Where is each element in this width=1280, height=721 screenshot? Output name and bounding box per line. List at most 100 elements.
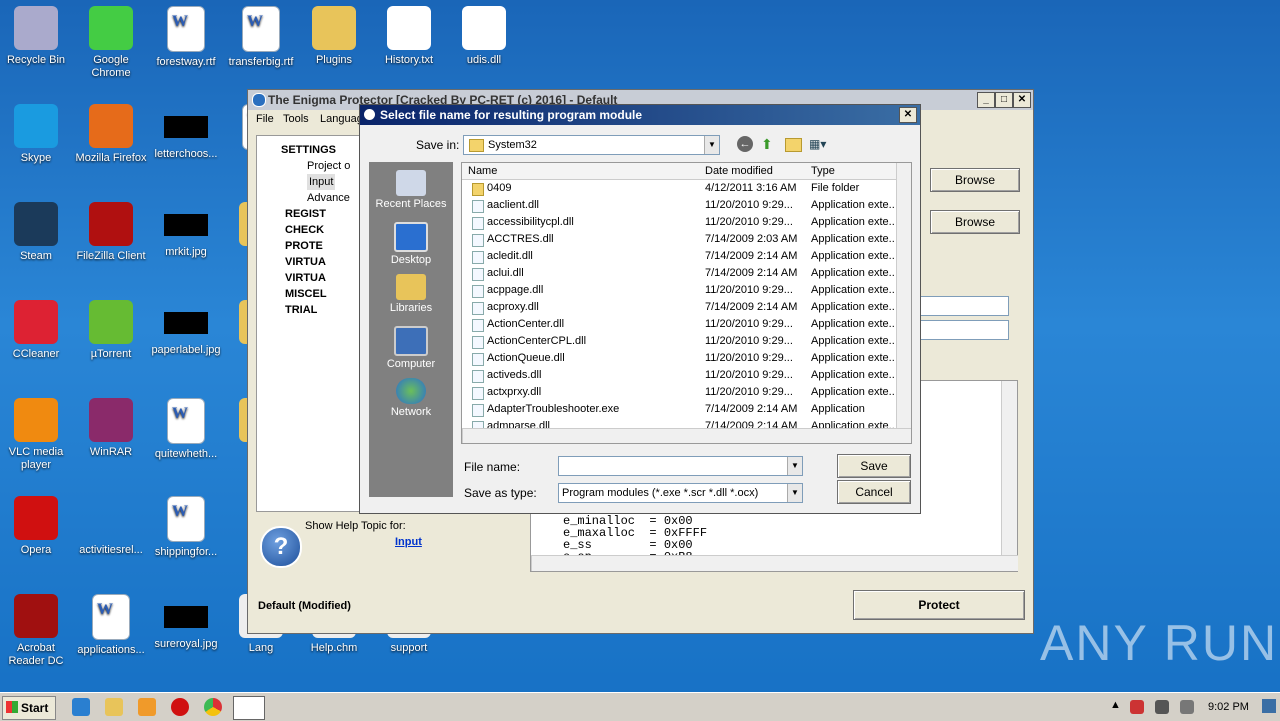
menu-file[interactable]: File — [256, 113, 274, 125]
maximize-button[interactable]: □ — [995, 92, 1013, 108]
desktop-icon-recycle-bin[interactable]: Recycle Bin — [0, 6, 74, 67]
desktop-icon-activitiesrel[interactable]: activitiesrel... — [73, 496, 149, 557]
file-row[interactable]: ActionCenter.dll 11/20/2010 9:29... Applic… — [462, 316, 895, 333]
show-hidden-icon[interactable]: ▲ — [1110, 699, 1121, 711]
col-date[interactable]: Date modified — [705, 165, 773, 177]
desktop-icon-firefox[interactable]: Mozilla Firefox — [73, 104, 149, 165]
tree-item[interactable]: Advance — [307, 190, 350, 206]
chrome-icon[interactable] — [204, 698, 222, 716]
code-vscroll[interactable] — [1001, 381, 1017, 555]
network-tray-icon[interactable] — [1155, 700, 1169, 714]
save-in-select[interactable]: System32 ▼ — [463, 135, 720, 155]
opera-icon[interactable] — [171, 698, 189, 716]
enigma-task-button[interactable] — [233, 696, 265, 720]
start-button[interactable]: Start — [2, 696, 56, 720]
file-row[interactable]: activeds.dll 11/20/2010 9:29... Applicatio… — [462, 367, 895, 384]
desktop-icon-utorrent[interactable]: µTorrent — [73, 300, 149, 361]
view-menu-icon[interactable]: ▦▾ — [809, 137, 829, 151]
desktop-icon-vlc[interactable]: VLC media player — [0, 398, 74, 472]
ie-icon[interactable] — [72, 698, 90, 716]
tree-item[interactable]: REGIST — [285, 206, 326, 222]
tree-item[interactable]: TRIAL — [285, 302, 317, 318]
input-field-1[interactable] — [920, 296, 1009, 316]
desktop-icon-shippingfor[interactable]: shippingfor... — [148, 496, 224, 559]
protect-button[interactable]: Protect — [853, 590, 1025, 620]
tree-item[interactable]: VIRTUA — [285, 254, 326, 270]
desktop-icon-mrkit[interactable]: mrkit.jpg — [148, 202, 224, 259]
help-icon[interactable]: ? — [260, 526, 302, 568]
list-hscroll[interactable] — [462, 428, 911, 443]
input-field-2[interactable] — [920, 320, 1009, 340]
dialog-close-button[interactable]: ✕ — [899, 107, 917, 123]
explorer-icon[interactable] — [105, 698, 123, 716]
file-row[interactable]: accessibilitycpl.dll 11/20/2010 9:29... Ap… — [462, 214, 895, 231]
browse-button-1[interactable]: Browse — [930, 168, 1020, 192]
desktop-icon-label: applications... — [77, 644, 145, 656]
place-desktop[interactable]: Desktop — [369, 222, 453, 266]
tree-item[interactable]: Project o — [307, 158, 350, 174]
place-network[interactable]: Network — [369, 378, 453, 418]
list-vscroll[interactable] — [896, 163, 911, 428]
desktop-icon-steam[interactable]: Steam — [0, 202, 74, 263]
place-computer[interactable]: Computer — [369, 326, 453, 370]
col-type[interactable]: Type — [811, 165, 835, 177]
place-libraries[interactable]: Libraries — [369, 274, 453, 314]
save-type-select[interactable]: Program modules (*.exe *.scr *.dll *.ocx… — [558, 483, 803, 503]
file-row[interactable]: aclui.dll 7/14/2009 2:14 AM Application ex… — [462, 265, 895, 282]
menu-tools[interactable]: Tools — [283, 113, 309, 125]
close-button[interactable]: ✕ — [1013, 92, 1031, 108]
desktop-icon-forestway[interactable]: forestway.rtf — [148, 6, 224, 69]
flag-icon[interactable] — [1130, 700, 1144, 714]
desktop-icon-plugins[interactable]: Plugins — [296, 6, 372, 67]
tree-item[interactable]: MISCEL — [285, 286, 327, 302]
filename-input[interactable]: ▼ — [558, 456, 803, 476]
tree-item[interactable]: VIRTUA — [285, 270, 326, 286]
desktop-icon-sureroyal[interactable]: sureroyal.jpg — [148, 594, 224, 651]
file-row[interactable]: ActionCenterCPL.dll 11/20/2010 9:29... App… — [462, 333, 895, 350]
file-row[interactable]: actxprxy.dll 11/20/2010 9:29... Applicatio… — [462, 384, 895, 401]
file-row[interactable]: acproxy.dll 7/14/2009 2:14 AM Application … — [462, 299, 895, 316]
code-hscroll[interactable] — [531, 555, 1018, 571]
file-row[interactable]: AdapterTroubleshooter.exe 7/14/2009 2:14 … — [462, 401, 892, 418]
desktop-icon-udis[interactable]: udis.dll — [446, 6, 522, 67]
desktop-icon-history[interactable]: History.txt — [371, 6, 447, 67]
media-player-icon[interactable] — [138, 698, 156, 716]
file-row[interactable]: admparse.dll 7/14/2009 2:14 AM Application… — [462, 418, 895, 428]
show-desktop-button[interactable] — [1262, 699, 1276, 713]
back-icon[interactable]: ← — [737, 136, 753, 152]
desktop-icon-letterchoos[interactable]: letterchoos... — [148, 104, 224, 161]
desktop-icon-transferbig[interactable]: transferbig.rtf — [223, 6, 299, 69]
desktop-icon-applications[interactable]: applications... — [73, 594, 149, 657]
desktop-icon-quitewheth[interactable]: quitewheth... — [148, 398, 224, 461]
desktop-icon-winrar[interactable]: WinRAR — [73, 398, 149, 459]
desktop-icon-paperlabel[interactable]: paperlabel.jpg — [148, 300, 224, 357]
file-name: admparse.dll — [487, 420, 550, 428]
file-row[interactable]: 0409 4/12/2011 3:16 AM File folder — [462, 180, 892, 197]
desktop-icon-chrome[interactable]: Google Chrome — [73, 6, 149, 80]
browse-button-2[interactable]: Browse — [930, 210, 1020, 234]
desktop-icon-ccleaner[interactable]: CCleaner — [0, 300, 74, 361]
minimize-button[interactable]: _ — [977, 92, 995, 108]
file-row[interactable]: ActionQueue.dll 11/20/2010 9:29... Applica… — [462, 350, 895, 367]
desktop-icon-filezilla[interactable]: FileZilla Client — [73, 202, 149, 263]
help-link[interactable]: Input — [395, 536, 422, 548]
tree-item[interactable]: Input — [307, 174, 336, 190]
tree-item[interactable]: SETTINGS — [281, 142, 336, 158]
file-row[interactable]: aaclient.dll 11/20/2010 9:29... Applicatio… — [462, 197, 895, 214]
up-folder-icon[interactable]: ⬆ — [761, 136, 777, 152]
menu-language[interactable]: Languag — [320, 113, 363, 125]
tree-item[interactable]: PROTE — [285, 238, 323, 254]
file-row[interactable]: acledit.dll 7/14/2009 2:14 AM Application … — [462, 248, 895, 265]
file-row[interactable]: ACCTRES.dll 7/14/2009 2:03 AM Application … — [462, 231, 895, 248]
file-row[interactable]: acppage.dll 11/20/2010 9:29... Application… — [462, 282, 895, 299]
place-recent[interactable]: Recent Places — [369, 170, 453, 210]
cancel-button[interactable]: Cancel — [837, 480, 911, 504]
col-name[interactable]: Name — [468, 165, 497, 177]
desktop-icon-acrobat[interactable]: Acrobat Reader DC — [0, 594, 74, 668]
desktop-icon-opera[interactable]: Opera — [0, 496, 74, 557]
tree-item[interactable]: CHECK — [285, 222, 324, 238]
volume-icon[interactable] — [1180, 700, 1194, 714]
desktop-icon-skype[interactable]: Skype — [0, 104, 74, 165]
save-button[interactable]: Save — [837, 454, 911, 478]
new-folder-icon[interactable] — [785, 138, 802, 152]
